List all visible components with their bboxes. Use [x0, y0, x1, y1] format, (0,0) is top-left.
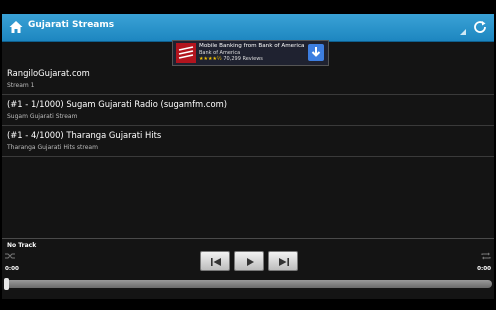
stream-title: (#1 - 4/1000) Tharanga Gujarati Hits — [7, 130, 162, 140]
play-button[interactable] — [234, 251, 264, 271]
refresh-icon[interactable] — [472, 19, 488, 35]
stream-list: RangiloGujarat.com Stream 1 (#1 - 1/1000… — [2, 64, 494, 157]
app-title: Gujarati Streams — [28, 20, 115, 30]
ad-banner[interactable]: Mobile Banking from Bank of America Bank… — [172, 40, 329, 66]
stream-subtitle: Stream 1 — [7, 82, 35, 89]
overflow-indicator-icon — [460, 29, 466, 35]
action-bar: Gujarati Streams — [2, 14, 494, 42]
stream-title: RangiloGujarat.com — [7, 68, 90, 78]
stream-subtitle: Tharanga Gujarati Hits stream — [7, 144, 98, 151]
download-icon[interactable] — [308, 44, 324, 61]
device-frame: Gujarati Streams Mobile Banking from Ban… — [0, 0, 496, 310]
list-item[interactable]: RangiloGujarat.com Stream 1 — [2, 64, 494, 95]
seek-bar[interactable] — [6, 280, 492, 288]
seek-thumb[interactable] — [4, 278, 9, 290]
total-time: 0:00 — [477, 266, 491, 272]
skip-previous-icon — [211, 258, 221, 266]
elapsed-time: 0:00 — [5, 266, 19, 272]
shuffle-icon[interactable] — [5, 252, 15, 260]
stream-title: (#1 - 1/1000) Sugam Gujarati Radio (suga… — [7, 99, 228, 109]
ad-title: Mobile Banking from Bank of America — [199, 43, 305, 49]
now-playing-label: No Track — [7, 242, 37, 249]
repeat-icon[interactable] — [481, 252, 491, 260]
stream-subtitle: Sugam Gujarati Stream — [7, 113, 78, 120]
app-screen: Gujarati Streams Mobile Banking from Ban… — [2, 14, 494, 299]
ad-rating-stars: ★★★★½ — [199, 56, 222, 62]
ad-rating: ★★★★½ 70,299 Reviews — [199, 56, 263, 62]
next-button[interactable] — [268, 251, 298, 271]
home-icon[interactable] — [8, 19, 24, 35]
bank-logo-icon — [176, 43, 196, 63]
player-bar: No Track 0:00 0:00 — [2, 238, 494, 299]
skip-next-icon — [279, 258, 289, 266]
play-icon — [247, 258, 254, 266]
ad-review-count: 70,299 Reviews — [223, 56, 263, 62]
list-item[interactable]: (#1 - 1/1000) Sugam Gujarati Radio (suga… — [2, 95, 494, 126]
list-item[interactable]: (#1 - 4/1000) Tharanga Gujarati Hits Tha… — [2, 126, 494, 157]
previous-button[interactable] — [200, 251, 230, 271]
